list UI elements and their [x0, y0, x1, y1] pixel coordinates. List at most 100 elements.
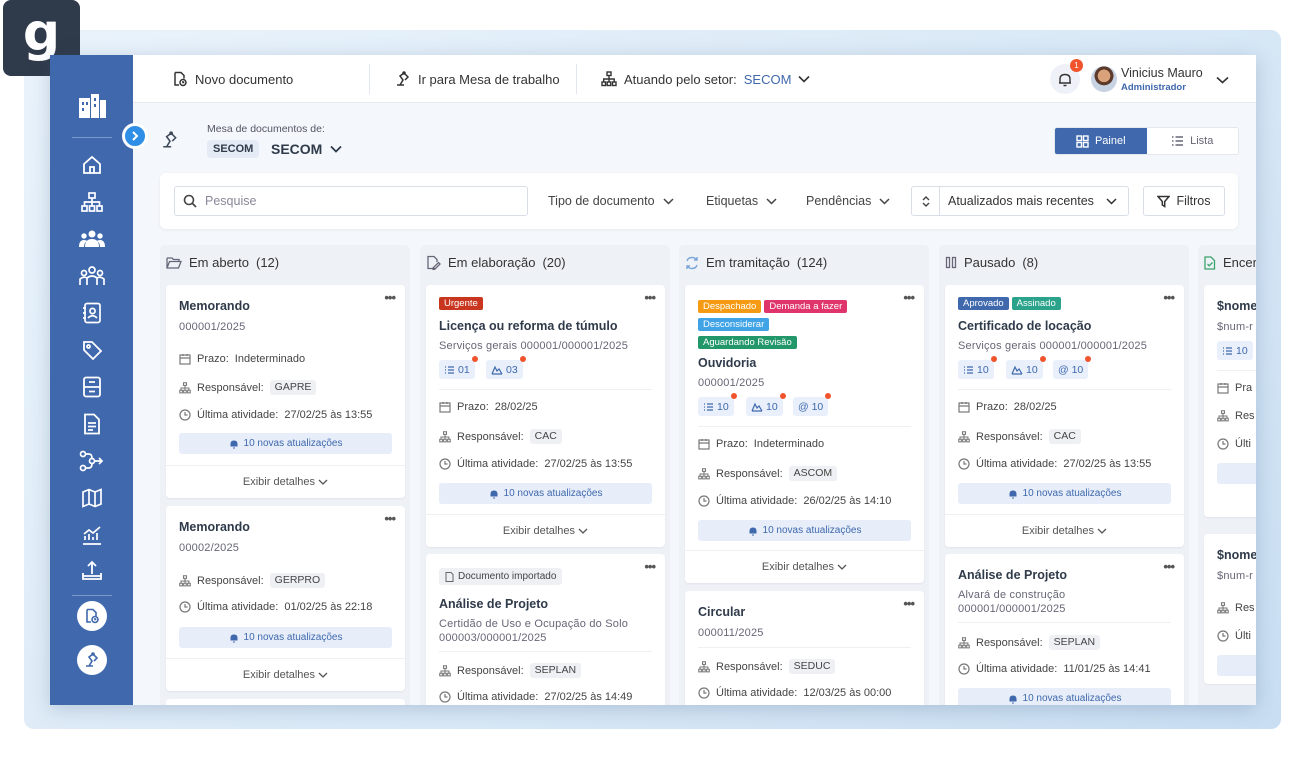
updates-banner[interactable]	[1217, 463, 1256, 484]
more-options-icon[interactable]: •••	[644, 290, 656, 305]
clock-icon	[958, 663, 970, 675]
filter-bar: Pesquise Tipo de documento Etiquetas Pen…	[160, 173, 1238, 229]
tasks-counter[interactable]: 10	[1217, 341, 1253, 360]
panel-view-button[interactable]: Painel	[1055, 128, 1147, 154]
user-name[interactable]: Vinicius Mauro	[1121, 66, 1203, 80]
search-input[interactable]: Pesquise	[174, 186, 528, 216]
clock-icon	[179, 601, 191, 613]
home-icon[interactable]	[79, 152, 105, 178]
signatures-counter[interactable]: 10	[746, 393, 786, 416]
more-options-icon[interactable]: •••	[644, 559, 656, 574]
document-card[interactable]: ••• Memorando 000001/2025 Prazo: Indeterm…	[166, 285, 405, 498]
tag-todo[interactable]: Demanda a fazer	[764, 300, 848, 313]
document-card[interactable]: ••• Documento importado Análise de Proje…	[426, 554, 665, 705]
responsible-row: Res	[1217, 410, 1255, 422]
tag-urgent[interactable]: Urgente	[439, 297, 483, 310]
document-type-filter[interactable]: Tipo de documento	[548, 186, 674, 216]
card-title: Ouvidoria	[698, 356, 757, 370]
document-icon[interactable]	[79, 411, 105, 437]
notifications-button[interactable]: 1	[1050, 59, 1083, 94]
more-options-icon[interactable]: •••	[1163, 290, 1175, 305]
signatures-counter[interactable]: 03	[486, 356, 526, 379]
group-icon[interactable]	[79, 226, 105, 252]
tag-approved[interactable]: Aprovado	[958, 297, 1009, 310]
desk-lamp-icon	[163, 131, 177, 148]
show-details-button[interactable]: Exibir detalhes	[166, 476, 405, 488]
expand-sidebar-button[interactable]	[122, 123, 148, 149]
document-card[interactable]: ••• Circular 000011/2025 Responsável: SED…	[685, 591, 924, 705]
desk-title: SECOM	[271, 141, 323, 157]
divider	[698, 647, 911, 648]
more-options-icon[interactable]: •••	[384, 290, 396, 305]
team-icon[interactable]	[79, 263, 105, 289]
user-menu-chevron-icon[interactable]	[1216, 76, 1229, 84]
column-count: (12)	[255, 255, 280, 270]
column-count: (8)	[1022, 255, 1039, 270]
new-document-button[interactable]: Novo documento	[172, 55, 293, 103]
updates-banner[interactable]	[1217, 655, 1256, 676]
document-card[interactable]	[166, 699, 405, 705]
tag-ignore[interactable]: Desconsiderar	[698, 318, 770, 331]
card-subtitle: Serviços gerais 000001/000001/2025	[439, 340, 629, 352]
chart-icon[interactable]	[79, 522, 105, 548]
more-options-icon[interactable]: •••	[903, 290, 915, 305]
folder-open-icon	[166, 257, 182, 269]
document-card[interactable]: ••• Memorando 00002/2025 Responsável: GER…	[166, 506, 405, 691]
list-view-button[interactable]: Lista	[1147, 128, 1239, 154]
column-title: Pausado	[964, 255, 1016, 270]
pending-filter[interactable]: Pendências	[806, 186, 890, 216]
sector-selector[interactable]: Atuando pelo setor: SECOM	[601, 55, 810, 103]
workdesk-button[interactable]: Ir para Mesa de trabalho	[395, 55, 560, 103]
mentions-counter[interactable]: @ 10	[793, 393, 832, 416]
workdesk-shortcut-icon[interactable]	[77, 645, 107, 675]
tag-review[interactable]: Aguardando Revisão	[698, 336, 797, 349]
updates-banner[interactable]: 10 novas atualizações	[179, 433, 392, 454]
archive-icon[interactable]	[79, 374, 105, 400]
show-details-button[interactable]: Exibir detalhes	[685, 561, 924, 573]
document-card[interactable]: $nome $num-r Res Últi	[1204, 534, 1256, 684]
mentions-counter[interactable]: @ 10	[1053, 356, 1092, 379]
deadline-row: Pra	[1217, 382, 1252, 394]
document-card[interactable]: ••• Despachado Demanda a fazer Desconsider…	[685, 285, 924, 583]
tasks-counter[interactable]: 01	[439, 356, 478, 379]
updates-banner[interactable]: 10 novas atualizações	[958, 483, 1171, 504]
more-options-icon[interactable]: •••	[903, 596, 915, 611]
document-card[interactable]: $nome $num-r 10 Pra Res Últi	[1204, 285, 1256, 517]
tag-icon[interactable]	[79, 337, 105, 363]
pause-icon	[945, 256, 957, 269]
more-options-icon[interactable]: •••	[384, 511, 396, 526]
sort-select[interactable]: Atualizados mais recentes	[911, 186, 1129, 216]
tags-filter[interactable]: Etiquetas	[706, 186, 777, 216]
org-chart-icon[interactable]	[79, 189, 105, 215]
calendar-icon	[698, 439, 710, 450]
upload-icon[interactable]	[79, 558, 105, 584]
updates-banner[interactable]: 10 novas atualizações	[958, 688, 1171, 705]
document-card[interactable]: ••• Urgente Licença ou reforma de túmulo…	[426, 285, 665, 547]
contacts-icon[interactable]	[79, 300, 105, 326]
activity-row: Última atividade: 01/02/25 às 22:18	[179, 601, 372, 613]
document-card[interactable]: ••• Aprovado Assinado Certificado de loca…	[945, 285, 1184, 547]
tasks-counter[interactable]: 10	[698, 393, 737, 416]
more-options-icon[interactable]: •••	[1163, 559, 1175, 574]
show-details-button[interactable]: Exibir detalhes	[166, 669, 405, 681]
filters-button[interactable]: Filtros	[1143, 186, 1225, 216]
avatar[interactable]	[1091, 66, 1117, 92]
sidebar	[50, 55, 133, 705]
show-details-button[interactable]: Exibir detalhes	[945, 525, 1184, 537]
tag-dispatched[interactable]: Despachado	[698, 300, 762, 313]
signatures-counter[interactable]: 10	[1006, 356, 1046, 379]
desk-selector[interactable]: SECOM	[271, 141, 342, 157]
map-icon[interactable]	[79, 485, 105, 511]
updates-banner[interactable]: 10 novas atualizações	[439, 483, 652, 504]
show-details-button[interactable]: Exibir detalhes	[426, 525, 665, 537]
tag-signed[interactable]: Assinado	[1011, 297, 1061, 310]
tasks-counter[interactable]: 10	[958, 356, 997, 379]
workflow-icon[interactable]	[79, 448, 105, 474]
document-card[interactable]: ••• Análise de Projeto Alvará de constru…	[945, 554, 1184, 705]
org-chart-icon	[439, 664, 451, 676]
new-document-shortcut-icon[interactable]	[77, 601, 107, 631]
updates-banner[interactable]: 10 novas atualizações	[698, 520, 911, 541]
city-hall-icon[interactable]	[77, 91, 107, 121]
panel-view-label: Painel	[1094, 135, 1126, 147]
updates-banner[interactable]: 10 novas atualizações	[179, 627, 392, 648]
